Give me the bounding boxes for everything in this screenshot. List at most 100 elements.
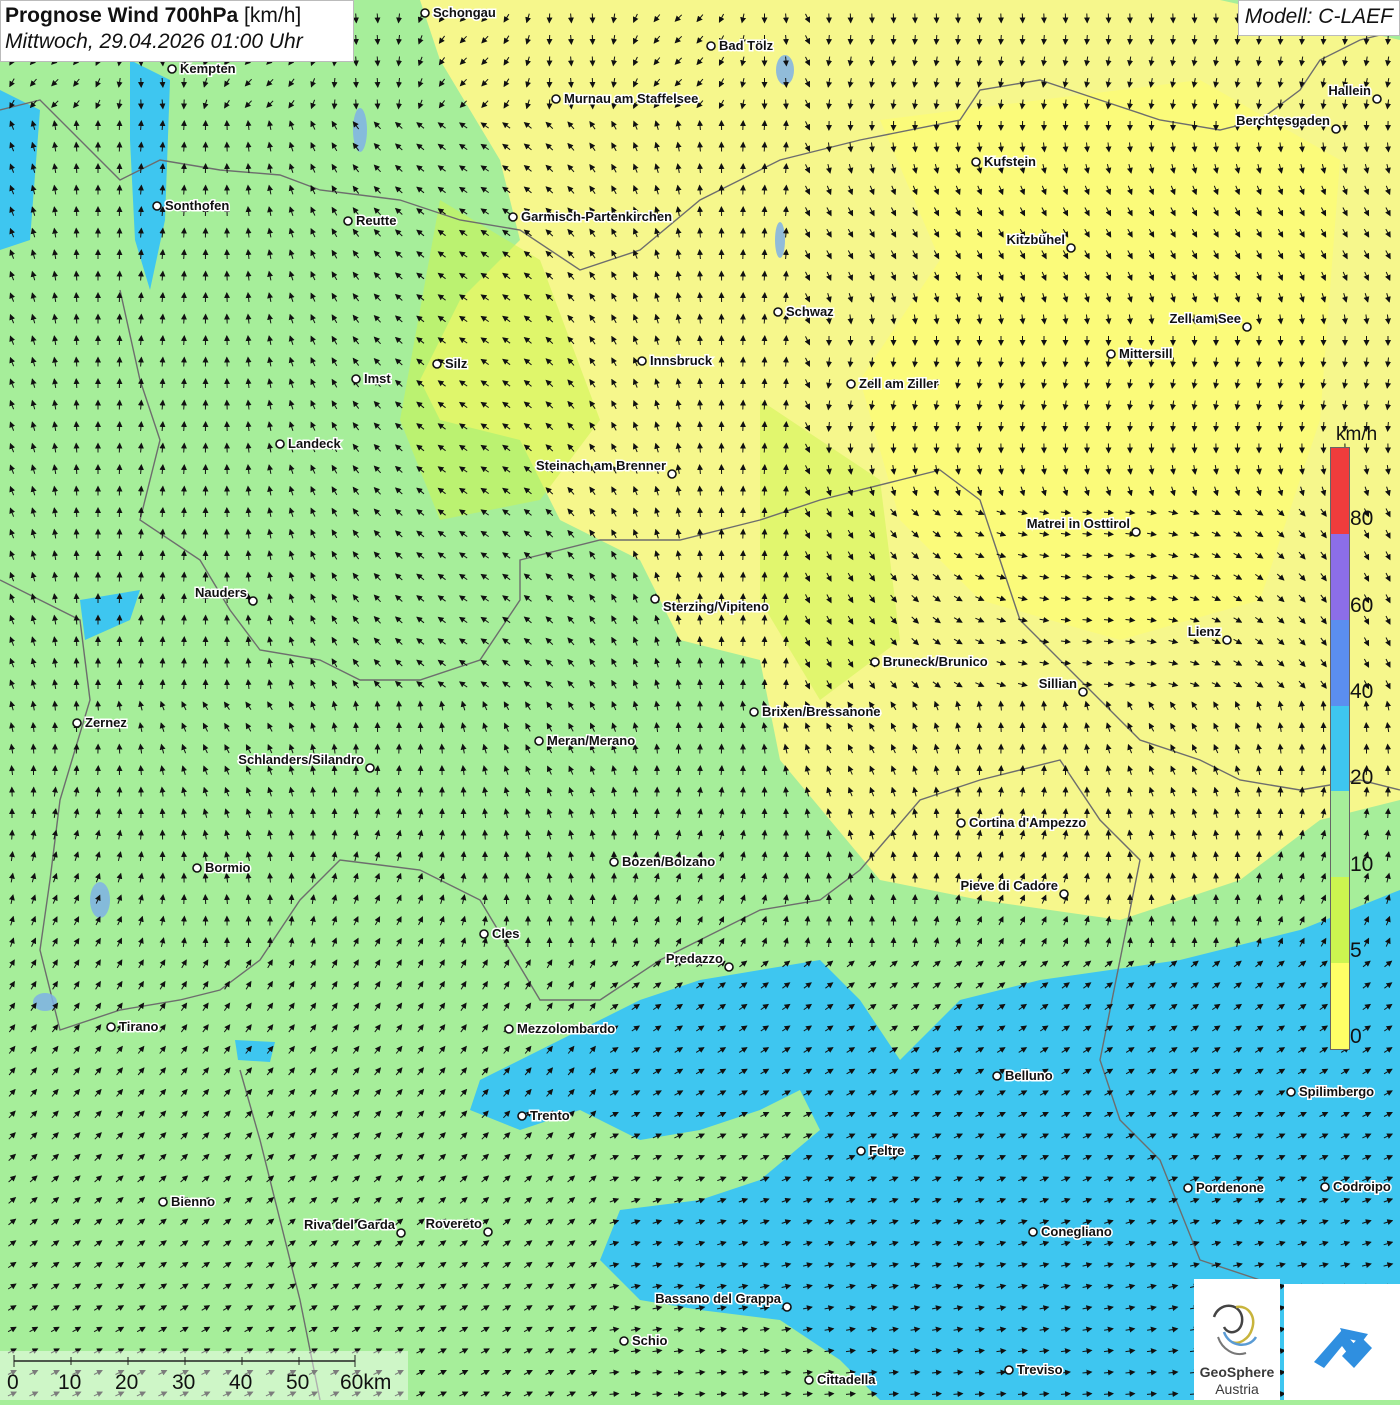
wind-map: SchongauBad TölzKemptenMurnau am Staffel…: [0, 0, 1400, 1400]
map-title-main: Prognose Wind 700hPa: [5, 4, 238, 27]
city-label: Bozen/Bolzano: [622, 854, 715, 869]
city-marker[interactable]: Murnau am Staffelsee: [552, 91, 698, 106]
wind-arrow: [829, 35, 830, 44]
city-dot-icon: [783, 1303, 791, 1311]
wind-arrow: [76, 293, 77, 302]
lake: [90, 882, 110, 918]
wind-arrow: [678, 723, 679, 732]
wind-arrow: [420, 766, 421, 775]
wind-arrow: [764, 401, 765, 410]
city-dot-icon: [1005, 1366, 1013, 1374]
legend-band-60: [1331, 534, 1349, 620]
city-dot-icon: [638, 357, 646, 365]
wind-arrow: [764, 164, 765, 173]
city-marker[interactable]: Bozen/Bolzano: [610, 854, 715, 869]
city-dot-icon: [153, 202, 161, 210]
wind-arrow: [76, 379, 77, 388]
city-label: Cortina d'Ampezzo: [969, 815, 1086, 830]
wind-arrow: [915, 35, 916, 44]
legend-label-5: 5: [1350, 939, 1362, 963]
wind-arrow: [764, 379, 765, 388]
wind-arrow: [377, 100, 378, 109]
city-marker[interactable]: Schongau: [421, 5, 496, 20]
city-marker[interactable]: Meran/Merano: [535, 733, 635, 748]
map-title-unit: [km/h]: [244, 4, 301, 27]
wind-arrow: [958, 35, 959, 44]
wind-arrow: [1194, 35, 1195, 44]
wind-arrow: [764, 336, 765, 345]
city-dot-icon: [1184, 1184, 1192, 1192]
wind-arrow: [184, 530, 185, 539]
wind-arrow: [764, 487, 765, 496]
city-marker[interactable]: Pordenone: [1184, 1180, 1264, 1195]
city-dot-icon: [651, 595, 659, 603]
city-marker[interactable]: Spilimbergo: [1287, 1084, 1374, 1099]
city-marker[interactable]: Garmisch-Partenkirchen: [509, 209, 672, 224]
weather-app-logo[interactable]: [1284, 1284, 1400, 1400]
city-dot-icon: [505, 1025, 513, 1033]
city-marker[interactable]: Bruneck/Brunico: [871, 654, 988, 669]
scale-label-30: 30: [172, 1371, 195, 1395]
wind-arrow: [915, 852, 916, 861]
legend-band-5: [1331, 877, 1349, 963]
geosphere-logo[interactable]: GeoSphere Austria: [1194, 1279, 1280, 1400]
city-marker[interactable]: Mezzolombardo: [505, 1021, 615, 1036]
city-marker[interactable]: Cortina d'Ampezzo: [957, 815, 1086, 830]
city-label: Kitzbühel: [1007, 232, 1066, 247]
city-marker[interactable]: Conegliano: [1029, 1224, 1112, 1239]
wind-arrow: [184, 551, 185, 560]
wind-arrow: [76, 487, 77, 496]
city-label: Codroipo: [1333, 1179, 1391, 1194]
wind-arrow: [98, 766, 99, 775]
city-dot-icon: [993, 1072, 1001, 1080]
wind-arrow: [377, 57, 378, 66]
wind-arrow: [807, 895, 808, 904]
city-label: Bruneck/Brunico: [883, 654, 988, 669]
city-marker[interactable]: Innsbruck: [638, 353, 713, 368]
wind-arrow: [184, 637, 185, 646]
wind-arrow: [377, 35, 378, 44]
wind-arrow: [356, 57, 357, 66]
city-dot-icon: [805, 1376, 813, 1384]
wind-arrow: [399, 702, 400, 711]
city-dot-icon: [518, 1112, 526, 1120]
city-dot-icon: [1373, 95, 1381, 103]
wind-arrow: [1259, 35, 1260, 44]
wind-arrow: [1022, 35, 1023, 44]
city-dot-icon: [397, 1229, 405, 1237]
city-label: Hallein: [1328, 83, 1371, 98]
city-dot-icon: [1029, 1228, 1037, 1236]
wind-arrow: [55, 766, 56, 775]
city-label: Pieve di Cadore: [960, 878, 1058, 893]
city-label: Belluno: [1005, 1068, 1053, 1083]
city-label: Berchtesgaden: [1236, 113, 1330, 128]
wind-arrow: [635, 788, 636, 797]
city-label: Spilimbergo: [1299, 1084, 1374, 1099]
wind-arrow: [764, 659, 765, 668]
city-label: Steinach am Brenner: [536, 458, 666, 473]
city-label: Conegliano: [1041, 1224, 1112, 1239]
city-dot-icon: [725, 963, 733, 971]
city-label: Nauders: [195, 585, 247, 600]
city-marker[interactable]: Zell am Ziller: [847, 376, 938, 391]
wind-arrow: [184, 358, 185, 367]
city-label: Silz: [445, 356, 468, 371]
wind-arrow: [764, 358, 765, 367]
wind-arrow: [764, 637, 765, 646]
city-label: Sterzing/Vipiteno: [663, 599, 769, 614]
city-dot-icon: [774, 308, 782, 316]
city-dot-icon: [433, 360, 441, 368]
wind-arrow: [979, 35, 980, 44]
city-dot-icon: [249, 597, 257, 605]
city-marker[interactable]: Sonthofen: [153, 198, 229, 213]
wind-arrow: [184, 573, 185, 582]
wind-arrow: [119, 788, 120, 797]
wind-arrow: [1280, 809, 1281, 818]
city-marker[interactable]: Brixen/Bressanone: [750, 704, 881, 719]
city-dot-icon: [707, 42, 715, 50]
legend-band-40: [1331, 620, 1349, 706]
legend-band-20: [1331, 706, 1349, 792]
lake: [33, 993, 57, 1011]
wind-arrow: [1130, 35, 1131, 44]
geosphere-logo-text: GeoSphere: [1194, 1364, 1280, 1380]
